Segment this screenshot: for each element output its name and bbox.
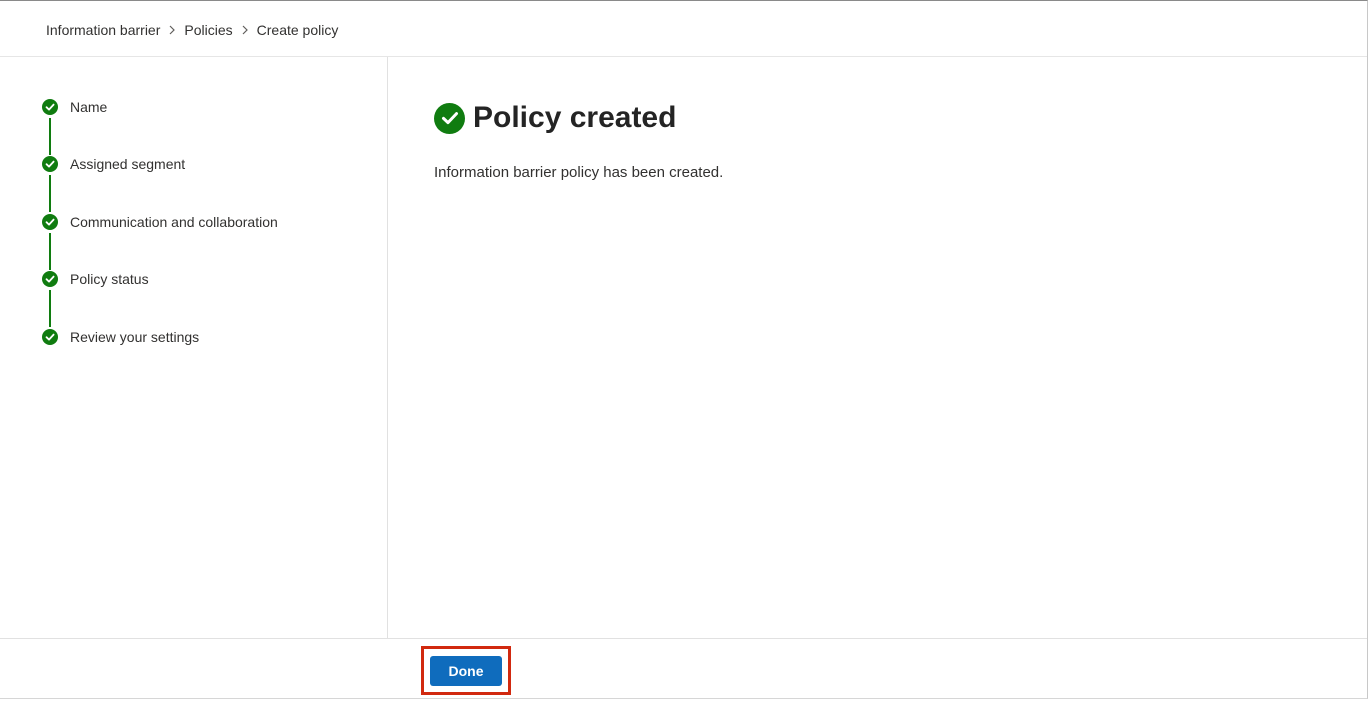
- page-title: Policy created: [473, 101, 677, 134]
- done-button[interactable]: Done: [430, 656, 502, 686]
- step-policy-status[interactable]: Policy status: [42, 270, 149, 288]
- step-connector: [49, 118, 51, 155]
- result-message: Information barrier policy has been crea…: [434, 164, 724, 181]
- chevron-right-icon: [160, 25, 184, 35]
- result-header: Policy created: [434, 101, 676, 135]
- checkmark-circle-icon: [42, 99, 58, 115]
- step-connector: [49, 175, 51, 212]
- breadcrumb-policies[interactable]: Policies: [184, 22, 232, 38]
- checkmark-circle-icon: [42, 214, 58, 230]
- checkmark-circle-icon: [42, 271, 58, 287]
- step-label: Name: [70, 99, 108, 115]
- wizard-window: Information barrier Policies Create poli…: [0, 0, 1368, 699]
- step-communication-and-collaboration[interactable]: Communication and collaboration: [42, 213, 278, 231]
- step-label: Policy status: [70, 271, 149, 287]
- footer-divider: [0, 638, 1367, 639]
- checkmark-circle-icon: [42, 156, 58, 172]
- breadcrumb: Information barrier Policies Create poli…: [46, 20, 338, 40]
- step-label: Review your settings: [70, 329, 200, 345]
- step-review-your-settings[interactable]: Review your settings: [42, 328, 199, 346]
- step-label: Communication and collaboration: [70, 214, 278, 230]
- step-label: Assigned segment: [70, 156, 186, 172]
- wizard-steps-panel: Name Assigned segment Communication and …: [0, 57, 388, 638]
- breadcrumb-create-policy: Create policy: [256, 22, 339, 38]
- step-connector: [49, 233, 51, 270]
- step-assigned-segment[interactable]: Assigned segment: [42, 155, 185, 173]
- chevron-right-icon: [233, 25, 257, 35]
- result-panel: Policy created Information barrier polic…: [388, 57, 1367, 638]
- checkmark-circle-icon: [434, 102, 465, 134]
- step-connector: [49, 290, 51, 327]
- step-name[interactable]: Name: [42, 98, 107, 116]
- checkmark-circle-icon: [42, 329, 58, 345]
- breadcrumb-information-barrier[interactable]: Information barrier: [46, 22, 160, 38]
